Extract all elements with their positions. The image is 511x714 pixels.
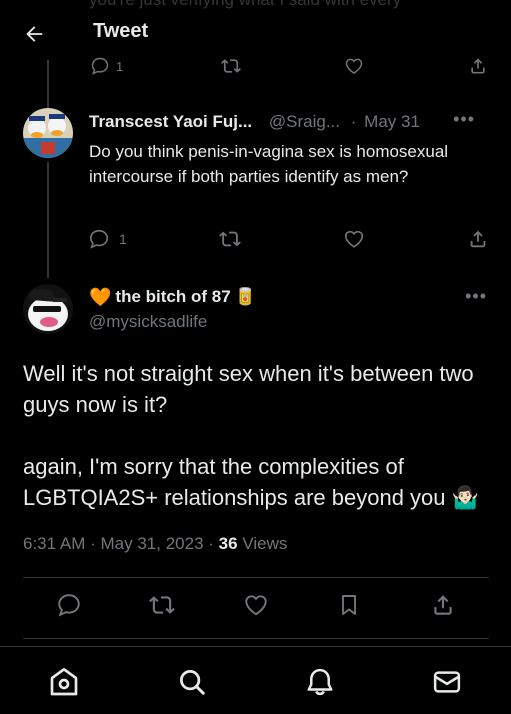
main-tweet-text: Well it's not straight sex when it's bet… <box>23 358 493 513</box>
reply-retweet-button[interactable] <box>218 228 242 250</box>
thread-connector <box>47 60 49 108</box>
main-tweet-more-button[interactable]: ••• <box>465 286 487 307</box>
main-tweet-display-name: the bitch of 87 <box>115 287 231 306</box>
reply-reply-count: 1 <box>119 231 127 247</box>
views-count: 36 <box>218 534 238 553</box>
nav-home[interactable] <box>47 665 81 699</box>
tweet-date[interactable]: May 31, 2023 <box>101 534 204 553</box>
main-reply-button[interactable] <box>56 592 82 618</box>
main-tweet-actions <box>0 592 511 622</box>
main-tweet-handle[interactable]: @mysicksadlife <box>89 312 207 332</box>
can-emoji: 🥫 <box>234 287 256 306</box>
share-icon <box>434 595 452 615</box>
main-like-button[interactable] <box>243 592 269 618</box>
heart-icon <box>344 230 364 248</box>
bell-icon <box>307 668 333 696</box>
main-bookmark-button[interactable] <box>337 592 361 618</box>
retweet-icon <box>219 231 241 247</box>
reply-icon <box>89 229 109 249</box>
heart-icon <box>245 595 267 616</box>
meta-separator: · <box>90 534 96 553</box>
orange-heart-emoji: 🧡 <box>89 286 112 307</box>
reply-date[interactable]: May 31 <box>364 112 420 131</box>
thread-connector <box>47 162 49 278</box>
search-icon <box>180 670 205 695</box>
main-retweet-button[interactable] <box>148 592 176 618</box>
reply-separator: · <box>350 112 357 131</box>
reply-reply-button[interactable]: 1 <box>88 228 127 250</box>
top-bar: you're just verifying what I said with e… <box>0 0 511 64</box>
page-title: Tweet <box>93 20 149 42</box>
reply-like-button[interactable] <box>343 228 365 250</box>
views-label: Views <box>242 534 288 553</box>
meta-separator: · <box>208 534 214 553</box>
retweet-icon <box>149 596 175 614</box>
reply-header: Transcest Yaoi Fuj... @Sraig... · May 31… <box>89 109 499 134</box>
nav-messages[interactable] <box>430 665 464 699</box>
reply-text: Do you think penis-in-vagina sex is homo… <box>89 142 449 186</box>
back-button[interactable] <box>20 20 48 48</box>
scrolled-tweet-text: you're just verifying what I said with e… <box>89 0 401 10</box>
nav-notifications[interactable] <box>303 665 337 699</box>
nav-search[interactable] <box>175 665 209 699</box>
main-share-button[interactable] <box>430 592 456 618</box>
home-icon <box>50 668 78 696</box>
reply-display-name[interactable]: Transcest Yaoi Fuj... <box>89 112 252 131</box>
reply-actions: 1 <box>88 228 498 254</box>
avatar-image <box>23 108 73 158</box>
reply-icon <box>58 594 80 617</box>
divider <box>23 638 489 639</box>
arrow-left-icon <box>26 26 43 42</box>
main-tweet-paragraph: Well it's not straight sex when it's bet… <box>23 361 474 417</box>
reply-handle[interactable]: @Sraig... <box>269 112 340 131</box>
main-tweet-avatar[interactable] <box>23 284 73 334</box>
tweet-metadata: 6:31 AM · May 31, 2023 · 36 Views <box>23 534 287 554</box>
tweet-time[interactable]: 6:31 AM <box>23 534 85 553</box>
reply-share-button[interactable] <box>467 228 489 250</box>
mail-icon <box>433 671 461 693</box>
divider <box>23 577 489 578</box>
avatar-image <box>23 284 73 334</box>
bottom-navigation <box>0 646 511 714</box>
bookmark-icon <box>342 595 356 615</box>
reply-avatar[interactable] <box>23 108 73 158</box>
share-icon <box>470 230 486 248</box>
reply-more-button[interactable]: ••• <box>453 109 475 130</box>
main-tweet-name-row[interactable]: 🧡 the bitch of 87 🥫 <box>89 285 256 309</box>
main-tweet-paragraph: again, I'm sorry that the complexities o… <box>23 454 480 510</box>
